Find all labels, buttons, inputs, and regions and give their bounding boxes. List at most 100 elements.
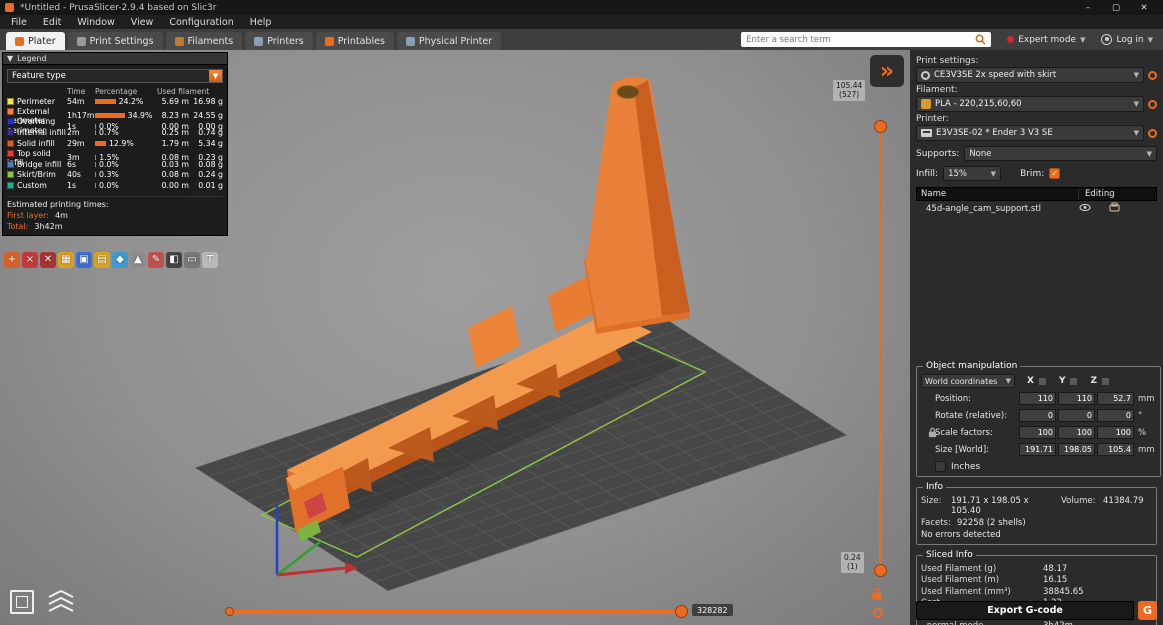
menu-edit[interactable]: Edit (35, 17, 69, 28)
size-z-input[interactable] (1097, 443, 1134, 456)
tab-plater[interactable]: Plater (6, 32, 65, 50)
size-y-input[interactable] (1058, 443, 1095, 456)
position-y-input[interactable] (1058, 392, 1095, 405)
tab-print-settings[interactable]: Print Settings (68, 32, 163, 50)
rotate-z-input[interactable] (1097, 409, 1134, 422)
mode-label: Expert mode (1018, 35, 1076, 45)
position-z-input[interactable] (1097, 392, 1134, 405)
editor-view-button[interactable] (10, 590, 34, 614)
printer-dropdown[interactable]: E3V3SE-02 * Ender 3 V3 SE ▼ (916, 125, 1144, 141)
menu-configuration[interactable]: Configuration (161, 17, 241, 28)
add-icon[interactable]: + (4, 252, 20, 268)
move-slider-start-handle[interactable] (225, 607, 234, 616)
legend-row-top-solid-infill: Top solid infill 3m 1.5% 0.08 m0.23 g (7, 149, 223, 160)
menu-window[interactable]: Window (69, 17, 122, 28)
maximize-button[interactable]: ▢ (1102, 3, 1130, 13)
export-gcode-button[interactable]: Export G-code (916, 601, 1134, 620)
minimize-button[interactable]: – (1074, 3, 1102, 13)
copy-icon[interactable]: ▣ (76, 252, 92, 268)
split-objects-icon[interactable]: ◧ (166, 252, 182, 268)
move-slider[interactable] (228, 610, 688, 614)
total-label: Total: (7, 222, 28, 231)
mirror-z-icon[interactable] (1101, 377, 1110, 386)
legend-row-bridge-infill: Bridge infill 6s 0.0% 0.03 m0.08 g (7, 159, 223, 170)
dropdown-arrow-icon[interactable]: ▼ (209, 70, 222, 82)
scale-y-input[interactable] (1058, 426, 1095, 439)
rotate-x-input[interactable] (1019, 409, 1056, 422)
chevron-down-icon: ▼ (1134, 129, 1139, 137)
model-hole (617, 86, 639, 99)
measure-icon[interactable]: ▭ (184, 252, 200, 268)
menu-view[interactable]: View (123, 17, 162, 28)
collapse-sidebar-button[interactable]: » (870, 55, 904, 87)
preview-view-button[interactable] (46, 587, 76, 619)
close-button[interactable]: ✕ (1130, 3, 1158, 13)
visibility-eye-icon[interactable] (1079, 203, 1109, 215)
slider-lock-icon[interactable] (870, 586, 884, 605)
edit-object-icon[interactable] (1109, 202, 1157, 216)
tab-printables[interactable]: Printables (316, 32, 394, 50)
size-value: 191.71 x 198.05 x 105.40 (951, 496, 1061, 516)
used-filament-mm3-label: Used Filament (mm³) (921, 587, 1043, 597)
login-button[interactable]: Log in ▼ (1101, 34, 1153, 45)
feature-color-swatch (7, 150, 14, 157)
tab-label: Physical Printer (419, 36, 492, 47)
paste-icon[interactable]: ▤ (94, 252, 110, 268)
scale-z-input[interactable] (1097, 426, 1134, 439)
rotate-y-input[interactable] (1058, 409, 1095, 422)
gcode-badge-icon[interactable]: G (1138, 601, 1157, 620)
collapse-legend-icon[interactable]: ▼ (7, 54, 13, 63)
edit-printer-icon[interactable] (1148, 129, 1157, 138)
chevron-down-icon: ▼ (1006, 377, 1011, 385)
brim-checkbox[interactable]: ✓ (1049, 168, 1060, 179)
menu-help[interactable]: Help (242, 17, 280, 28)
arrange-icon[interactable]: ▦ (58, 252, 74, 268)
layer-slider-top-handle[interactable] (874, 120, 887, 133)
filament-dropdown[interactable]: PLA - 220,215,60,60 ▼ (916, 96, 1144, 112)
mirror-x-icon[interactable] (1038, 377, 1047, 386)
place-on-face-icon[interactable]: ◆ (112, 252, 128, 268)
edit-filament-icon[interactable] (1148, 100, 1157, 109)
object-list-empty-area[interactable] (916, 216, 1157, 356)
position-x-input[interactable] (1019, 392, 1056, 405)
tab-printers[interactable]: Printers (245, 32, 313, 50)
seam-painting-icon[interactable]: ✎ (148, 252, 164, 268)
delete-icon[interactable]: × (22, 252, 38, 268)
uniform-scale-lock-icon[interactable] (927, 427, 938, 441)
axis-z-label: Z (1090, 376, 1097, 386)
tab-physical-printer[interactable]: Physical Printer (397, 32, 501, 50)
layer-slider-bottom-handle[interactable] (874, 564, 887, 577)
inches-checkbox[interactable] (935, 461, 946, 472)
one-layer-mode-icon[interactable] (873, 608, 883, 618)
view-type-dropdown[interactable]: Feature type ▼ (7, 69, 223, 83)
chevron-down-icon: ▼ (1147, 150, 1152, 158)
used-filament-mm3-value: 38845.65 (1043, 587, 1084, 597)
chevron-down-icon: ▼ (1134, 100, 1139, 108)
mode-selector[interactable]: Expert mode ▼ (1007, 35, 1085, 45)
edit-print-settings-icon[interactable] (1148, 71, 1157, 80)
scale-x-input[interactable] (1019, 426, 1056, 439)
layer-slider[interactable] (879, 126, 882, 570)
search-input[interactable] (746, 35, 975, 45)
size-x-input[interactable] (1019, 443, 1056, 456)
coordinate-system-dropdown[interactable]: World coordinates ▼ (921, 374, 1015, 388)
menu-file[interactable]: File (3, 17, 35, 28)
delete-all-icon[interactable]: ✕ (40, 252, 56, 268)
layer-slider-bottom-tooltip: 0.24(1) (841, 552, 864, 573)
supports-dropdown[interactable]: None ▼ (964, 146, 1157, 161)
print-settings-dropdown[interactable]: CE3V3SE 2x speed with skirt ▼ (916, 67, 1144, 83)
text-embossing-icon[interactable]: T (202, 252, 218, 268)
search-icon[interactable] (975, 34, 986, 45)
sliced-info-title: Sliced Info (923, 550, 976, 560)
paint-on-supports-icon[interactable]: ▲ (130, 252, 146, 268)
supports-value: None (969, 149, 991, 159)
viewport-3d[interactable]: ▼ Legend Feature type ▼ Time Percentage … (0, 50, 910, 625)
build-plate[interactable] (197, 313, 845, 590)
info-panel: Info Size: 191.71 x 198.05 x 105.40 Volu… (916, 482, 1157, 545)
mirror-y-icon[interactable] (1069, 377, 1078, 386)
legend-header[interactable]: ▼ Legend (3, 53, 227, 65)
tab-filaments[interactable]: Filaments (166, 32, 243, 50)
move-slider-handle[interactable] (675, 605, 688, 618)
object-list-row[interactable]: 45d-angle_cam_support.stl (916, 201, 1157, 216)
infill-dropdown[interactable]: 15% ▼ (943, 166, 1001, 181)
